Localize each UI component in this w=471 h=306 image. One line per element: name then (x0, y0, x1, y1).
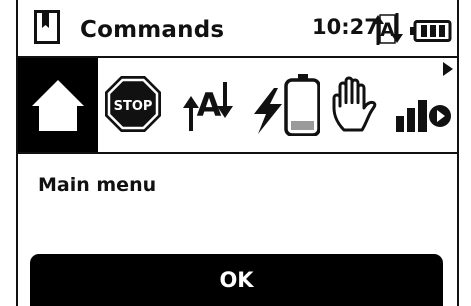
park-icon (396, 100, 451, 132)
device-screen: Commands 10:27 A STOP A Main menu OK (16, 0, 459, 306)
page-title: Commands (80, 17, 225, 43)
charge-command[interactable] (250, 58, 322, 152)
hand-icon (332, 76, 377, 132)
ok-button[interactable]: OK (30, 254, 443, 306)
menu-label: Main menu (38, 174, 157, 196)
status-bar: Commands 10:27 A (18, 0, 457, 58)
svg-text:STOP: STOP (114, 99, 153, 114)
park-command[interactable] (394, 58, 454, 152)
command-bar: STOP A (18, 58, 457, 154)
auto-mode-command[interactable]: A (178, 58, 242, 152)
battery-icon (410, 20, 452, 42)
stop-command[interactable]: STOP (102, 58, 166, 152)
home-command[interactable] (18, 58, 98, 152)
book-icon (34, 10, 60, 44)
svg-text:A: A (197, 86, 222, 124)
charge-icon (254, 74, 320, 136)
auto-mode-icon: A (183, 82, 233, 131)
svg-text:A: A (380, 19, 395, 41)
hand-command[interactable] (328, 58, 384, 152)
auto-mode-icon: A (372, 13, 403, 45)
home-icon (32, 80, 84, 131)
clock: 10:27 (312, 15, 379, 39)
ok-button-label: OK (219, 268, 254, 292)
stop-icon: STOP (105, 76, 161, 132)
